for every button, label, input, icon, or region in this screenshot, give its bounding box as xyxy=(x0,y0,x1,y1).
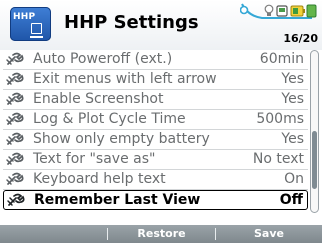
setting-row-auto-poweroff[interactable]: Auto Poweroff (ext.) 60min xyxy=(3,50,308,70)
restore-button[interactable]: Restore xyxy=(108,225,215,243)
setting-label: Text for "save as" xyxy=(33,151,156,167)
setting-value: On xyxy=(284,171,304,187)
wrench-icon xyxy=(6,152,24,165)
setting-label: Auto Poweroff (ext.) xyxy=(33,51,173,67)
setting-row-save-as-text[interactable]: Text for "save as" No text xyxy=(3,150,308,170)
setting-value: Yes xyxy=(281,131,304,147)
header-bar: HHP HHP Settings 16/20 xyxy=(0,0,322,50)
settings-list: Auto Poweroff (ext.) 60min Exit menus wi… xyxy=(3,50,308,212)
checkbox-glyph xyxy=(31,23,42,34)
setting-value: 60min xyxy=(259,51,304,67)
page-counter: 16/20 xyxy=(283,32,318,45)
wrench-icon xyxy=(7,193,25,206)
setting-label: Remember Last View xyxy=(34,192,201,208)
wrench-icon xyxy=(6,172,24,185)
setting-row-exit-menus[interactable]: Exit menus with left arrow Yes xyxy=(3,70,308,90)
setting-value: 500ms xyxy=(256,111,304,127)
setting-label: Exit menus with left arrow xyxy=(33,71,217,87)
scrollbar-track[interactable] xyxy=(310,50,319,213)
wrench-icon xyxy=(6,52,24,65)
setting-label: Keyboard help text xyxy=(33,171,166,187)
hhp-app-icon: HHP xyxy=(10,7,51,41)
status-indicators-icon xyxy=(240,2,318,26)
setting-row-empty-battery[interactable]: Show only empty battery Yes xyxy=(3,130,308,150)
softkey-left[interactable] xyxy=(0,225,107,243)
setting-label: Enable Screenshot xyxy=(33,91,164,107)
setting-value: Off xyxy=(279,192,303,208)
wrench-icon xyxy=(6,132,24,145)
setting-row-enable-screenshot[interactable]: Enable Screenshot Yes xyxy=(3,90,308,110)
battery-icon xyxy=(290,5,305,17)
setting-value: Yes xyxy=(281,91,304,107)
setting-label: Log & Plot Cycle Time xyxy=(33,111,186,127)
device-icon xyxy=(276,5,288,17)
softkey-bar: Restore Save xyxy=(0,225,322,243)
scrollbar-thumb[interactable] xyxy=(312,131,317,189)
wrench-icon xyxy=(6,112,24,125)
bulb-icon xyxy=(264,4,274,16)
setting-row-keyboard-help[interactable]: Keyboard help text On xyxy=(3,170,308,190)
setting-row-remember-last-view[interactable]: Remember Last View Off xyxy=(3,190,308,210)
setting-row-log-plot-cycle[interactable]: Log & Plot Cycle Time 500ms xyxy=(3,110,308,130)
page-title: HHP Settings xyxy=(64,12,199,33)
wrench-icon xyxy=(6,92,24,105)
setting-value: Yes xyxy=(281,71,304,87)
checkbox-underline xyxy=(30,36,43,38)
setting-label: Show only empty battery xyxy=(33,131,210,147)
save-button[interactable]: Save xyxy=(216,225,322,243)
app-icon-text: HHP xyxy=(13,12,36,22)
wrench-icon xyxy=(6,72,24,85)
signal-icon xyxy=(306,4,317,18)
setting-value: No text xyxy=(252,151,304,167)
